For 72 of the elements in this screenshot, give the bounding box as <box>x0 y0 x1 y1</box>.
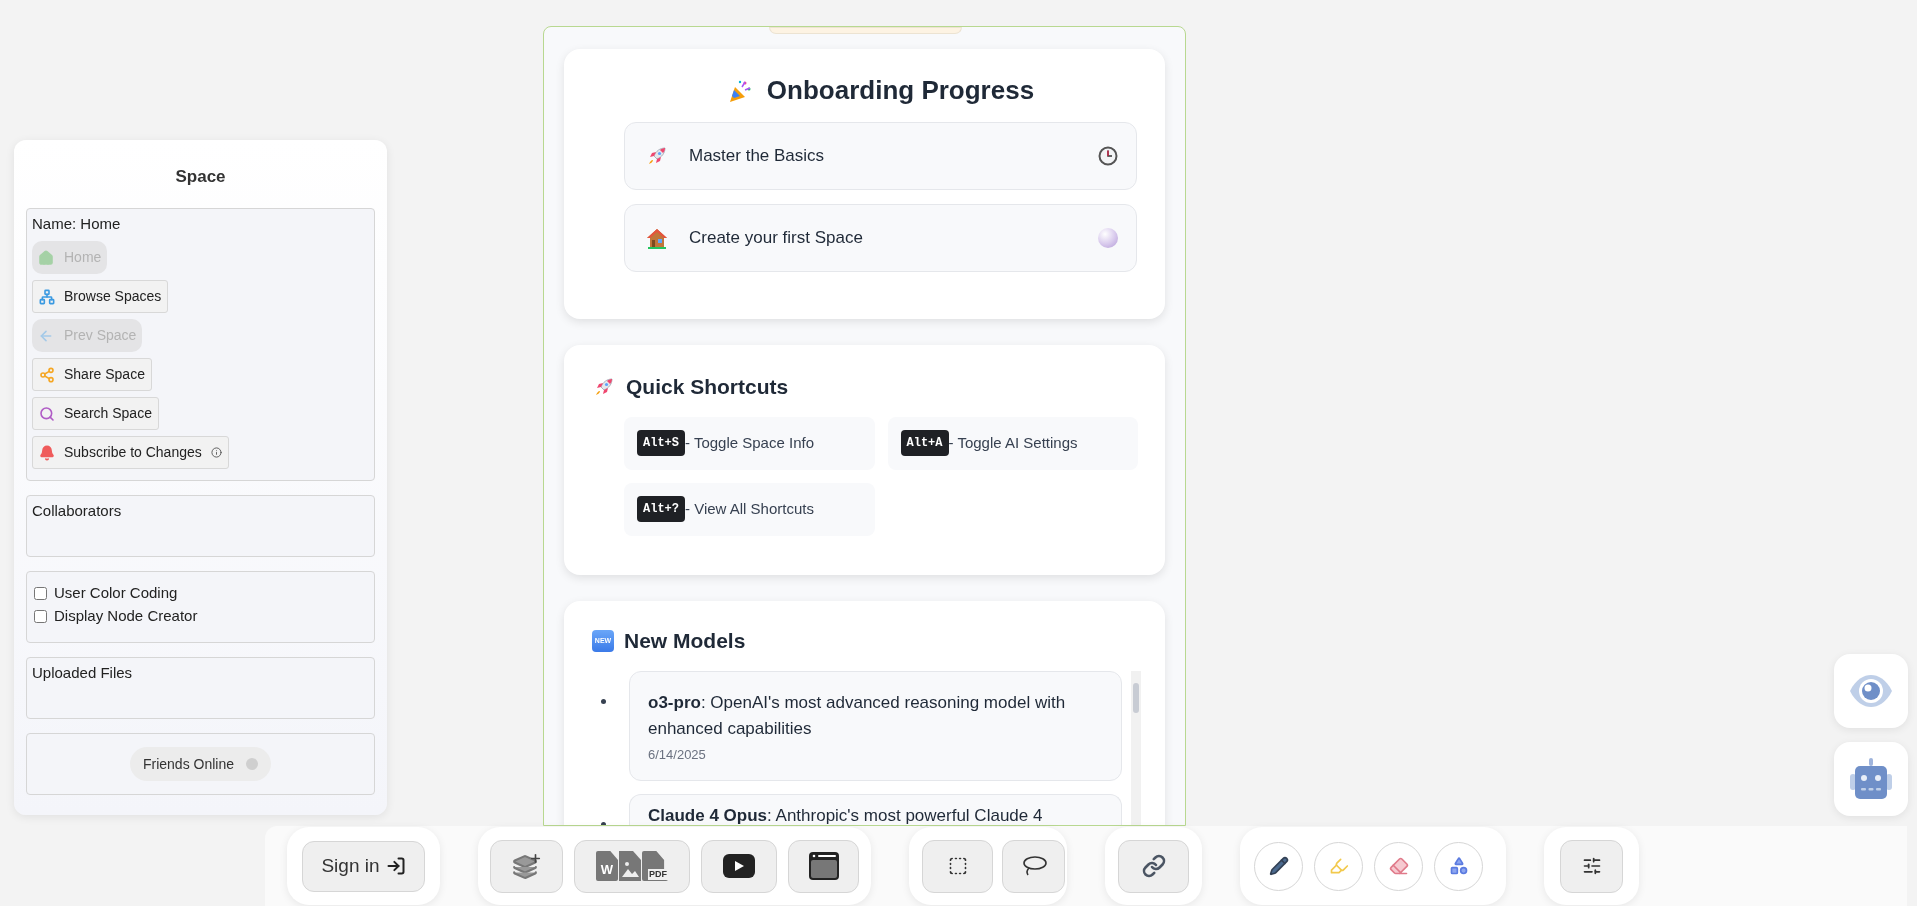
link-button[interactable] <box>1118 839 1189 893</box>
pdf-file-icon: PDF <box>642 851 668 881</box>
drag-handle[interactable] <box>769 27 962 34</box>
shortcut-label: - Toggle Space Info <box>685 432 814 453</box>
sitemap-icon <box>39 288 55 305</box>
view-button[interactable] <box>1834 654 1908 728</box>
word-file-icon: W <box>596 851 618 881</box>
eraser-button[interactable] <box>1374 841 1423 891</box>
space-button[interactable]: Browse Spaces <box>32 280 169 313</box>
eraser-icon <box>1388 856 1409 876</box>
browser-window-icon <box>808 852 839 880</box>
model-description: o3-pro: OpenAI's most advanced reasoning model with enhanced capabilities <box>648 691 1067 740</box>
share-icon <box>39 366 55 383</box>
friends-online-label: Friends Online <box>142 754 234 774</box>
settings-icon <box>1581 856 1602 876</box>
lasso-button[interactable] <box>1002 839 1065 893</box>
image-file-icon <box>619 851 641 881</box>
shortcut-label: - Toggle AI Settings <box>948 432 1078 453</box>
search-icon <box>39 405 55 422</box>
model-date: 6/14/2025 <box>648 745 707 764</box>
onboarding-step[interactable]: Create your first Space <box>624 204 1137 272</box>
key-badge: Alt+S <box>637 430 685 456</box>
bullet-icon <box>601 698 606 704</box>
shapes-button[interactable] <box>1434 841 1483 891</box>
info-icon <box>210 447 222 458</box>
section-label: Collaborators <box>32 502 122 519</box>
pen-button[interactable] <box>1254 841 1303 891</box>
space-name: Name: Home <box>32 213 121 234</box>
step-label: Master the Basics <box>689 145 826 168</box>
onboarding-step[interactable]: Master the Basics <box>624 122 1137 190</box>
checkbox[interactable] <box>34 609 47 623</box>
embed-button[interactable] <box>788 839 859 893</box>
eye-icon <box>1848 673 1894 709</box>
card-title: Onboarding Progress <box>766 74 1035 107</box>
sign-in-button[interactable]: Sign in <box>302 840 425 892</box>
card-title: New Models <box>624 628 746 654</box>
step-label: Create your first Space <box>689 227 864 250</box>
pencil-icon <box>1268 856 1289 876</box>
key-badge: Alt+? <box>637 496 685 522</box>
checkbox-label: User Color Coding <box>54 585 178 601</box>
sign-in-icon <box>385 856 406 876</box>
space-button[interactable]: Subscribe to Changes <box>32 436 229 469</box>
key-badge: Alt+A <box>900 430 949 456</box>
settings-button[interactable] <box>1560 839 1623 893</box>
house-icon <box>38 249 54 266</box>
link-icon <box>1141 854 1166 878</box>
space-button[interactable]: Share Space <box>32 358 152 391</box>
assistant-button[interactable] <box>1834 742 1908 816</box>
layers-plus-icon <box>511 852 542 880</box>
shapes-icon <box>1448 856 1469 876</box>
panel-title: Space <box>174 166 227 188</box>
card-title: Quick Shortcuts <box>626 374 789 400</box>
shortcut-label: - View All Shortcuts <box>685 498 814 519</box>
robot-icon <box>1848 758 1894 800</box>
space-button[interactable]: Search Space <box>32 397 159 430</box>
model-description: Claude 4 Opus: Anthropic's most powerful Claude 4 <box>648 805 1044 825</box>
friends-online-pill[interactable]: Friends Online <box>129 747 271 781</box>
video-button[interactable] <box>701 839 777 893</box>
add-layer-button[interactable] <box>490 839 563 893</box>
bell-icon <box>39 444 55 461</box>
house-icon <box>645 226 669 250</box>
checkbox-label: Display Node Creator <box>54 608 198 624</box>
section-label: Uploaded Files <box>32 664 133 681</box>
checkbox[interactable] <box>34 586 47 600</box>
shortcut-item[interactable]: Alt+? - View All Shortcuts <box>624 482 875 536</box>
shortcut-item[interactable]: Alt+A - Toggle AI Settings <box>887 416 1138 470</box>
play-icon <box>723 854 755 878</box>
highlighter-icon <box>1328 856 1349 876</box>
shortcut-item[interactable]: Alt+S - Toggle Space Info <box>624 416 875 470</box>
dashed-square-icon <box>947 856 968 876</box>
lasso-icon <box>1020 855 1047 877</box>
upload-files-button[interactable]: W PDF <box>574 839 690 893</box>
